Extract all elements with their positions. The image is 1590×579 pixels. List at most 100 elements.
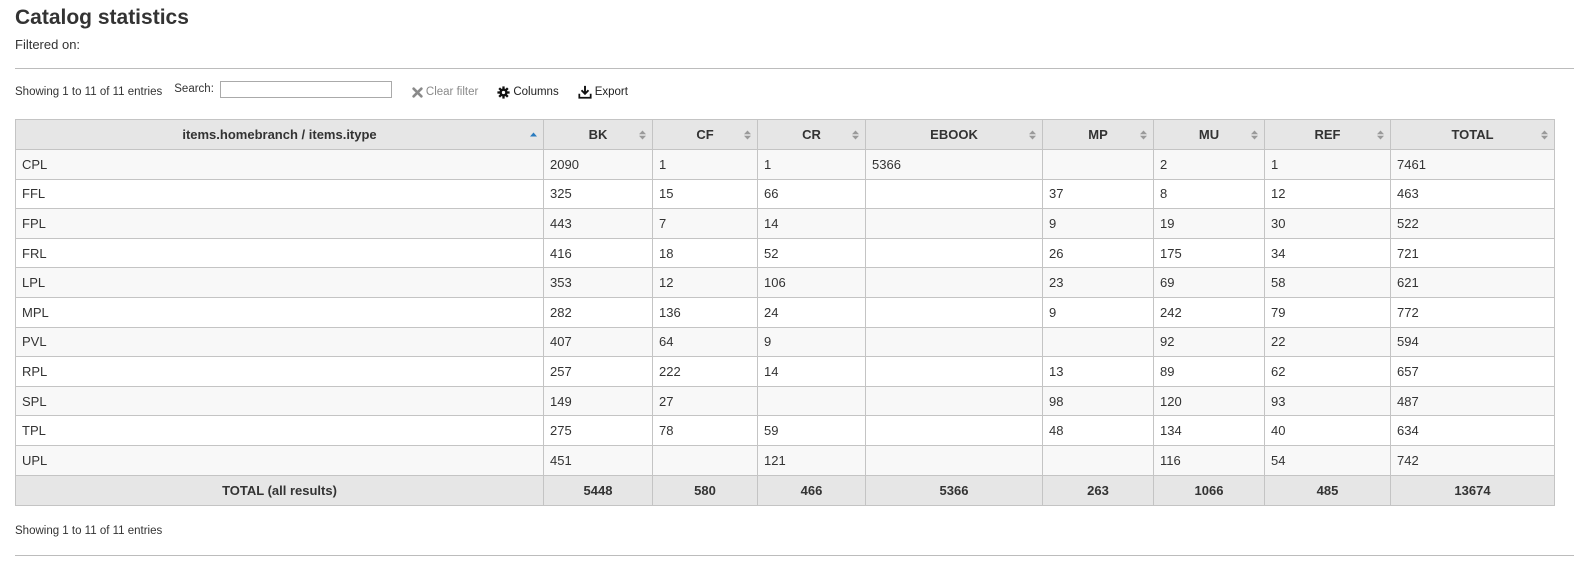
column-header-label: TOTAL	[1451, 127, 1494, 142]
table-cell: 257	[543, 356, 653, 387]
table-cell: 52	[757, 237, 866, 269]
column-header-mu[interactable]: MU	[1153, 119, 1265, 150]
table-cell: 19	[1153, 208, 1265, 239]
table-cell: 7	[652, 208, 758, 239]
table-cell: 116	[1153, 444, 1265, 476]
table-cell: 282	[543, 296, 653, 328]
table-cell: 54	[1264, 444, 1391, 476]
table-cell-branch: FPL	[15, 208, 544, 239]
column-header-ebook[interactable]: EBOOK	[865, 119, 1043, 150]
table-cell: 92	[1153, 326, 1265, 358]
table-row: FFL 325 15 66 37 8 12 463	[15, 178, 1555, 210]
table-cell	[1042, 149, 1154, 180]
table-cell: 79	[1264, 296, 1391, 328]
table-cell	[865, 296, 1043, 328]
gear-icon	[497, 85, 510, 99]
table-cell: 742	[1390, 444, 1555, 476]
total-cell: 263	[1042, 474, 1154, 506]
column-header-label: EBOOK	[930, 127, 978, 142]
close-icon	[412, 86, 423, 98]
export-label: Export	[594, 86, 628, 98]
search-input[interactable]	[219, 80, 392, 98]
total-cell: 5448	[543, 474, 653, 506]
column-header-label: CR	[802, 127, 821, 142]
table-cell: 353	[543, 267, 653, 298]
table-row: UPL 451 121 116 54 742	[15, 444, 1555, 476]
table-cell	[865, 208, 1043, 239]
table-cell: 62	[1264, 356, 1391, 387]
table-cell-branch: CPL	[15, 149, 544, 180]
clear-filter-label: Clear filter	[425, 86, 479, 98]
table-cell: 14	[757, 356, 866, 387]
table-header-row: items.homebranch / items.itype BK CF CR EBOO…	[15, 119, 1555, 150]
clear-filter-button[interactable]: Clear filter	[412, 86, 478, 98]
table-cell: 89	[1153, 356, 1265, 387]
bottom-divider	[15, 555, 1574, 556]
table-cell: 136	[652, 296, 758, 328]
export-button[interactable]: Export	[578, 85, 628, 99]
table-cell	[757, 385, 866, 417]
sort-both-icon	[1541, 130, 1548, 139]
table-cell: 407	[543, 326, 653, 358]
table-cell: 242	[1153, 296, 1265, 328]
column-header-cr[interactable]: CR	[757, 119, 866, 150]
table-row: FPL 443 7 14 9 19 30 522	[15, 208, 1555, 239]
table-cell: 463	[1390, 178, 1555, 210]
table-cell-branch: FFL	[15, 178, 544, 210]
statistics-table: items.homebranch / items.itype BK CF CR EBOO…	[15, 119, 1555, 506]
column-header-total[interactable]: TOTAL	[1390, 119, 1555, 150]
sort-both-icon	[1251, 130, 1258, 139]
table-cell-branch: SPL	[15, 385, 544, 417]
table-cell: 23	[1042, 267, 1154, 298]
entries-info: Showing 1 to 11 of 11 entries	[15, 86, 163, 98]
table-cell: 12	[652, 267, 758, 298]
page-container: Catalog statistics Filtered on:	[0, 0, 1590, 53]
table-cell: 275	[543, 415, 653, 446]
table-cell: 69	[1153, 267, 1265, 298]
table-cell	[1042, 326, 1154, 358]
column-header-mp[interactable]: MP	[1042, 119, 1154, 150]
table-row: TPL 275 78 59 48 134 40 634	[15, 415, 1555, 446]
table-cell: 98	[1042, 385, 1154, 417]
table-cell	[865, 356, 1043, 387]
table-cell-branch: UPL	[15, 444, 544, 476]
table-cell: 9	[1042, 208, 1154, 239]
search-label: Search:	[174, 83, 214, 95]
column-header-cf[interactable]: CF	[652, 119, 758, 150]
table-cell: 522	[1390, 208, 1555, 239]
sort-both-icon	[1377, 130, 1384, 139]
column-header-bk[interactable]: BK	[543, 119, 653, 150]
table-cell: 58	[1264, 267, 1391, 298]
total-cell: 13674	[1390, 474, 1555, 506]
table-cell: 9	[757, 326, 866, 358]
table-cell: 14	[757, 208, 866, 239]
table-cell	[865, 385, 1043, 417]
sort-both-icon	[744, 130, 751, 139]
table-row: SPL 149 27 98 120 93 487	[15, 385, 1555, 417]
columns-button[interactable]: Columns	[497, 85, 559, 99]
table-cell: 30	[1264, 208, 1391, 239]
table-cell: 2	[1153, 149, 1265, 180]
column-header-label: REF	[1314, 127, 1341, 142]
table-cell: 175	[1153, 237, 1265, 269]
table-cell: 48	[1042, 415, 1154, 446]
table-cell-branch: PVL	[15, 326, 544, 358]
download-icon	[578, 85, 592, 99]
table-footer-row: TOTAL (all results) 5448 580 466 5366 263 1066…	[15, 474, 1555, 506]
table-cell: 451	[543, 444, 653, 476]
table-row: RPL 257 222 14 13 89 62 657	[15, 356, 1555, 387]
table-cell	[865, 444, 1043, 476]
sort-asc-icon	[530, 132, 537, 136]
table-cell: 66	[757, 178, 866, 210]
table-cell: 120	[1153, 385, 1265, 417]
table-cell: 772	[1390, 296, 1555, 328]
column-header-branch-itype[interactable]: items.homebranch / items.itype	[15, 119, 544, 150]
table-cell	[865, 326, 1043, 358]
table-cell: 26	[1042, 237, 1154, 269]
table-cell: 121	[757, 444, 866, 476]
total-label-cell: TOTAL (all results)	[15, 474, 544, 506]
column-header-ref[interactable]: REF	[1264, 119, 1391, 150]
table-cell	[652, 444, 758, 476]
table-cell: 18	[652, 237, 758, 269]
table-cell: 721	[1390, 237, 1555, 269]
